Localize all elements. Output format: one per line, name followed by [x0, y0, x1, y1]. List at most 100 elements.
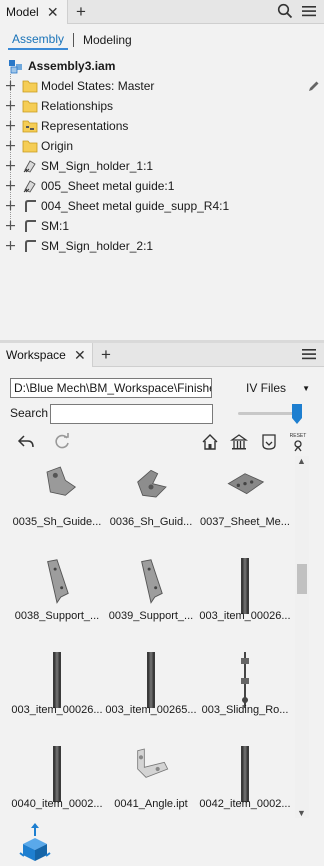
- slider-thumb[interactable]: [292, 404, 302, 424]
- file-thumbnail: [27, 744, 87, 804]
- model-tab-bar: Model ✕ +: [0, 0, 324, 24]
- file-item[interactable]: 0037_Sheet_Me...: [198, 462, 292, 558]
- home-icon[interactable]: [200, 432, 220, 452]
- expand-icon[interactable]: [6, 201, 15, 210]
- tab-model-label: Model: [6, 5, 39, 19]
- tree-item-label: 004_Sheet metal guide_supp_R4:1: [41, 199, 230, 213]
- dropdown-arrow-icon: ▼: [302, 383, 310, 393]
- model-subtabs: Assembly Modeling: [8, 30, 136, 50]
- pencil-icon[interactable]: [308, 80, 320, 95]
- model-browser-tree: Assembly3.iam: [0, 56, 324, 76]
- file-item[interactable]: 0036_Sh_Guid...: [104, 462, 198, 558]
- file-name: 003_item_00026...: [199, 610, 291, 622]
- file-item[interactable]: 0035_Sh_Guide...: [10, 462, 104, 558]
- file-thumbnail: [27, 462, 87, 522]
- file-thumbnail: [121, 556, 181, 616]
- tab-model[interactable]: Model ✕: [0, 0, 68, 24]
- tree-item-label: Representations: [41, 119, 129, 133]
- subtab-divider: [73, 33, 75, 47]
- tree-item-label: 005_Sheet metal guide:1: [41, 179, 175, 193]
- file-name: 0041_Angle.ipt: [114, 798, 188, 810]
- tree-item-label: SM_Sign_holder_1:1: [41, 159, 154, 173]
- close-icon[interactable]: ✕: [74, 347, 86, 364]
- tree-root-assembly[interactable]: Assembly3.iam: [0, 56, 324, 76]
- expand-icon[interactable]: [6, 121, 15, 130]
- refresh-icon[interactable]: [52, 432, 72, 452]
- grounded-part-icon: [23, 180, 36, 193]
- file-type-select[interactable]: IV Files ▼: [240, 378, 310, 398]
- file-item[interactable]: 0042_item_0002...: [198, 744, 292, 840]
- file-thumbnail: [215, 650, 275, 710]
- file-item[interactable]: 0039_Support_...: [104, 556, 198, 652]
- file-thumbnail: [121, 744, 181, 804]
- add-tab-icon[interactable]: +: [76, 2, 86, 22]
- tree-item-sheet-metal-guide-supp[interactable]: 004_Sheet metal guide_supp_R4:1: [0, 196, 324, 216]
- tab-workspace[interactable]: Workspace ✕: [0, 343, 93, 367]
- file-name: 0042_item_0002...: [199, 798, 291, 810]
- file-name: 0037_Sheet_Me...: [200, 516, 290, 528]
- grounded-part-icon: [23, 160, 36, 173]
- folder-icon: [22, 100, 38, 113]
- menu-icon[interactable]: [301, 3, 317, 22]
- view-cube-icon[interactable]: [18, 822, 52, 862]
- expand-icon[interactable]: [6, 221, 15, 230]
- model-browser-items: Model States: Master Relationships Repre…: [0, 76, 324, 256]
- tree-item-origin[interactable]: Origin: [0, 136, 324, 156]
- file-item[interactable]: 0038_Support_...: [10, 556, 104, 652]
- tree-item-label: SM:1: [41, 219, 70, 233]
- tab-assembly[interactable]: Assembly: [8, 30, 69, 50]
- file-item[interactable]: 003_item_00026...: [10, 650, 104, 746]
- file-item[interactable]: 003_item_00265...: [104, 650, 198, 746]
- file-name: 0035_Sh_Guide...: [12, 516, 102, 528]
- menu-icon[interactable]: [301, 346, 317, 365]
- workspace-path-field[interactable]: D:\Blue Mech\BM_Workspace\Finished\: [10, 378, 212, 398]
- add-tab-icon[interactable]: +: [101, 345, 111, 365]
- tree-item-sheet-metal-guide[interactable]: 005_Sheet metal guide:1: [0, 176, 324, 196]
- file-thumbnail: [121, 462, 181, 522]
- file-item[interactable]: 003_item_00026...: [198, 556, 292, 652]
- tab-modeling[interactable]: Modeling: [79, 31, 136, 49]
- search-icon[interactable]: [277, 3, 293, 22]
- tree-item-sm-sign-holder-1[interactable]: SM_Sign_holder_1:1: [0, 156, 324, 176]
- expand-icon[interactable]: [6, 181, 15, 190]
- tree-item-label: Model States: Master: [41, 79, 155, 93]
- file-name: 003_item_00265...: [105, 704, 197, 716]
- reset-icon[interactable]: RESET: [288, 432, 308, 452]
- search-input[interactable]: [50, 404, 213, 424]
- tree-item-representations[interactable]: Representations: [0, 116, 324, 136]
- file-thumbnail: [27, 556, 87, 616]
- workspace-tab-bar: Workspace ✕ +: [0, 343, 324, 367]
- scroll-up-icon[interactable]: ▲: [297, 456, 306, 466]
- file-grid-scrollbar[interactable]: ▲ ▼: [295, 456, 309, 818]
- tree-item-relationships[interactable]: Relationships: [0, 96, 324, 116]
- file-thumbnail: [215, 556, 275, 616]
- scroll-thumb[interactable]: [297, 564, 307, 594]
- sheet-metal-part-icon: [25, 200, 36, 212]
- file-type-value: IV Files: [246, 381, 287, 395]
- assembly-icon: [8, 58, 24, 74]
- search-label: Search: [10, 406, 49, 420]
- file-item[interactable]: 0041_Angle.ipt: [104, 744, 198, 840]
- back-icon[interactable]: [16, 432, 36, 452]
- sheet-metal-part-icon: [25, 240, 36, 252]
- scroll-down-icon[interactable]: ▼: [297, 808, 306, 818]
- file-item[interactable]: 003_Sliding_Ro...: [198, 650, 292, 746]
- model-panel: Model ✕ + Assembly Modeling Assembly3.ia…: [0, 0, 324, 340]
- expand-icon[interactable]: [6, 101, 15, 110]
- file-thumbnail: [27, 650, 87, 710]
- expand-icon[interactable]: [6, 141, 15, 150]
- tree-item-model-states[interactable]: Model States: Master: [0, 76, 324, 96]
- tree-item-label: Origin: [41, 139, 74, 153]
- tree-item-sm[interactable]: SM:1: [0, 216, 324, 236]
- expand-icon[interactable]: [6, 161, 15, 170]
- thumbnail-size-slider[interactable]: [238, 412, 300, 415]
- expand-icon[interactable]: [6, 81, 15, 90]
- file-thumbnail: [121, 650, 181, 710]
- library-icon[interactable]: [229, 432, 249, 452]
- file-name: 0038_Support_...: [14, 610, 100, 622]
- close-icon[interactable]: ✕: [47, 4, 59, 21]
- expand-icon[interactable]: [6, 241, 15, 250]
- tree-item-sm-sign-holder-2[interactable]: SM_Sign_holder_2:1: [0, 236, 324, 256]
- content-center-icon[interactable]: [259, 432, 279, 452]
- file-name: 0039_Support_...: [108, 610, 194, 622]
